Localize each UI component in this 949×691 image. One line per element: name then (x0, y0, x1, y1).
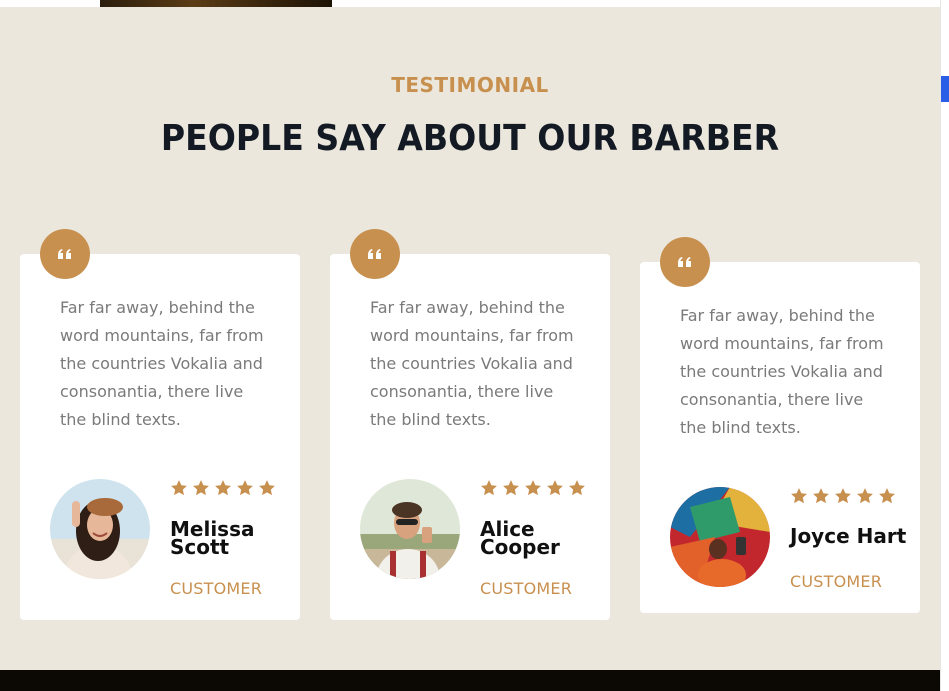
star-rating (480, 479, 586, 497)
testimonial-quote: Far far away, behind the word mountains,… (680, 306, 884, 437)
customer-name-line: Joyce Hart (790, 524, 907, 548)
star-icon (879, 488, 895, 504)
customer-role: CUSTOMER (170, 579, 263, 598)
testimonial-card: Far far away, behind the word mountains,… (640, 237, 920, 613)
customer-name: Melissa Scott (170, 519, 254, 557)
star-rating (790, 487, 896, 505)
quote-icon (350, 229, 400, 279)
footer-band (0, 670, 940, 691)
scrollbar-thumb[interactable] (941, 76, 949, 102)
section-heading: PEOPLE SAY ABOUT OUR BARBER (160, 118, 780, 159)
customer-name: Alice Cooper (480, 519, 560, 559)
star-icon (171, 480, 187, 496)
scrollbar-track[interactable] (940, 0, 949, 691)
quote-icon (660, 237, 710, 287)
avatar (360, 479, 460, 579)
avatar (670, 487, 770, 587)
star-icon (193, 480, 209, 496)
customer-role: CUSTOMER (790, 572, 883, 591)
customer-name: Joyce Hart (790, 524, 907, 548)
star-icon (791, 488, 807, 504)
star-icon (259, 480, 275, 496)
customer-name-line: Cooper (480, 535, 560, 559)
testimonial-card: Far far away, behind the word mountains,… (330, 229, 610, 620)
star-rating (170, 479, 276, 497)
testimonial-quote: Far far away, behind the word mountains,… (370, 298, 574, 429)
star-icon (835, 488, 851, 504)
star-icon (481, 480, 497, 496)
customer-role: CUSTOMER (480, 579, 573, 598)
star-icon (503, 480, 519, 496)
section-eyebrow: TESTIMONIAL (391, 73, 549, 97)
testimonial-quote: Far far away, behind the word mountains,… (60, 298, 264, 429)
star-icon (215, 480, 231, 496)
previous-section-image (100, 0, 332, 7)
star-icon (857, 488, 873, 504)
star-icon (525, 480, 541, 496)
star-icon (813, 488, 829, 504)
star-icon (237, 480, 253, 496)
star-icon (547, 480, 563, 496)
avatar (50, 479, 150, 579)
testimonial-card: Far far away, behind the word mountains,… (20, 229, 300, 620)
star-icon (569, 480, 585, 496)
quote-icon (40, 229, 90, 279)
